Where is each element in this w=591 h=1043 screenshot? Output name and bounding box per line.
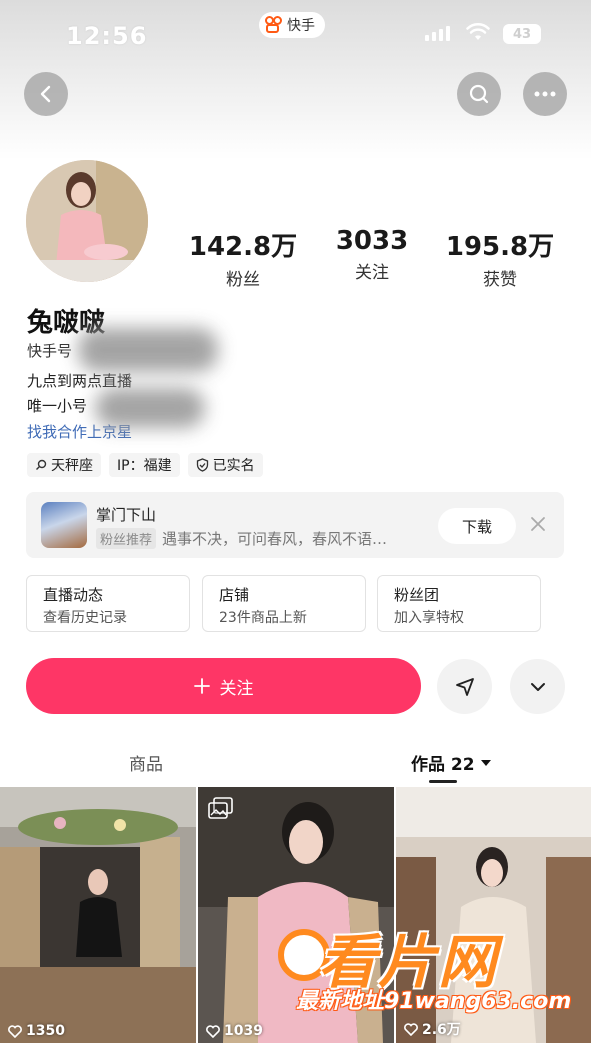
feature-title: 店铺 xyxy=(219,586,250,604)
post-image xyxy=(198,787,394,1043)
likes-count: 1350 xyxy=(26,1023,65,1039)
plus-icon xyxy=(193,678,210,694)
battery-level: 43 xyxy=(512,26,532,42)
caret-down-icon xyxy=(480,759,491,766)
tab-label: 作品 22 xyxy=(411,755,475,775)
app-indicator-pill[interactable]: 快手 xyxy=(259,12,325,38)
game-description: 遇事不决，可问春风，春风不语… xyxy=(162,530,388,548)
redaction-blur xyxy=(78,328,218,372)
more-button[interactable] xyxy=(523,72,567,116)
post-thumbnail[interactable]: 1350 xyxy=(0,787,196,1043)
feature-title: 粉丝团 xyxy=(394,586,440,604)
close-icon[interactable] xyxy=(528,514,548,534)
back-icon xyxy=(40,85,51,103)
stat-label: 关注 xyxy=(355,263,389,283)
verified-icon xyxy=(196,458,208,472)
search-button[interactable] xyxy=(457,72,501,116)
post-image xyxy=(0,787,196,1043)
post-likes: 2.6万 xyxy=(404,1019,461,1039)
kuaishou-logo-icon xyxy=(265,16,283,34)
expand-button[interactable] xyxy=(510,659,565,714)
stat-label: 粉丝 xyxy=(226,270,260,290)
stat-likes[interactable]: 195.8万 获赞 xyxy=(430,226,570,290)
likes-count: 2.6万 xyxy=(422,1022,461,1038)
game-title: 掌门下山 xyxy=(96,506,157,524)
search-icon xyxy=(469,84,489,104)
battery-icon: 43 xyxy=(503,24,541,44)
feature-fan-club[interactable]: 粉丝团 加入享特权 xyxy=(377,575,541,632)
heart-icon xyxy=(404,1022,418,1036)
avatar-image xyxy=(26,160,148,282)
game-subtitle: 粉丝推荐 遇事不决，可问春风，春风不语… xyxy=(96,528,387,549)
tag-ip: IP：福建 xyxy=(109,453,180,477)
post-thumbnail[interactable]: 1039 xyxy=(198,787,394,1043)
feature-title: 直播动态 xyxy=(43,586,104,604)
redaction-blur xyxy=(95,388,205,428)
post-likes: 1350 xyxy=(8,1023,65,1039)
download-button[interactable]: 下载 xyxy=(438,508,516,544)
follow-label: 关注 xyxy=(219,678,254,699)
post-image xyxy=(396,787,591,1043)
tag-label: 天秤座 xyxy=(51,458,93,474)
tab-active-indicator xyxy=(429,780,457,783)
heart-icon xyxy=(8,1024,22,1038)
status-bar: 12:56 快手 43 xyxy=(0,0,591,70)
game-icon xyxy=(41,502,87,548)
stat-value: 142.8万 xyxy=(188,232,298,262)
feature-live-history[interactable]: 直播动态 查看历史记录 xyxy=(26,575,190,632)
tab-works[interactable]: 作品 22 xyxy=(411,750,492,775)
search-icon xyxy=(36,459,47,470)
post-likes: 1039 xyxy=(206,1023,263,1039)
likes-count: 1039 xyxy=(224,1023,263,1039)
wifi-icon xyxy=(466,22,490,40)
share-button[interactable] xyxy=(437,659,492,714)
chevron-down-icon xyxy=(530,682,545,691)
stat-label: 获赞 xyxy=(483,270,517,290)
signal-icon xyxy=(425,26,450,41)
game-promo-card[interactable]: 掌门下山 粉丝推荐 遇事不决，可问春风，春风不语… 下载 xyxy=(26,492,564,558)
app-indicator-label: 快手 xyxy=(287,18,315,34)
profile-tags: 天秤座 IP：福建 已实名 xyxy=(27,453,263,477)
feature-subtitle: 查看历史记录 xyxy=(43,610,127,626)
status-time: 12:56 xyxy=(66,22,148,50)
stat-followers[interactable]: 142.8万 粉丝 xyxy=(173,226,313,290)
kuaishou-id-label[interactable]: 快手号 xyxy=(27,340,72,361)
back-button[interactable] xyxy=(24,72,68,116)
fan-recommend-badge: 粉丝推荐 xyxy=(96,528,157,549)
avatar[interactable] xyxy=(26,160,148,282)
follow-button[interactable]: 关注 xyxy=(26,658,421,714)
bio-line: 唯一小号 xyxy=(27,397,88,415)
multi-image-icon xyxy=(208,797,233,819)
post-thumbnail[interactable]: 2.6万 xyxy=(396,787,591,1043)
send-icon xyxy=(455,677,474,696)
tag-label: 已实名 xyxy=(212,458,255,474)
tag-zodiac[interactable]: 天秤座 xyxy=(27,453,101,477)
stat-value: 3033 xyxy=(335,226,409,256)
feature-subtitle: 23件商品上新 xyxy=(219,610,307,626)
heart-icon xyxy=(206,1024,220,1038)
feature-subtitle: 加入享特权 xyxy=(394,610,464,626)
tag-label: IP：福建 xyxy=(117,458,172,474)
stat-value: 195.8万 xyxy=(445,232,555,262)
feature-shop[interactable]: 店铺 23件商品上新 xyxy=(202,575,366,632)
tab-products[interactable]: 商品 xyxy=(129,750,163,775)
more-icon xyxy=(534,91,556,97)
stat-following[interactable]: 3033 关注 xyxy=(302,226,442,283)
tag-verified[interactable]: 已实名 xyxy=(187,453,263,477)
